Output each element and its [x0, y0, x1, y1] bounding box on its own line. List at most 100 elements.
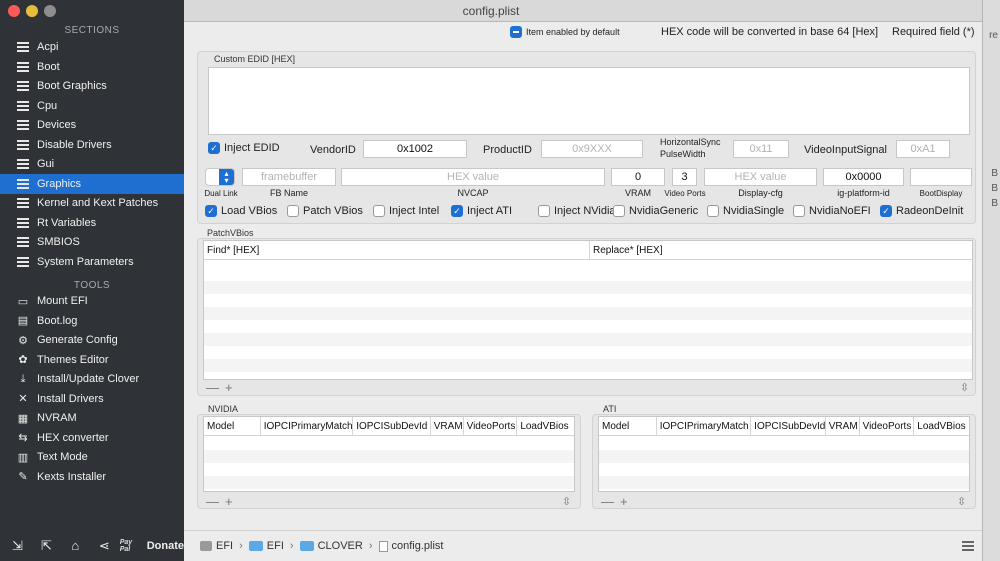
export-icon[interactable]: ⇱	[35, 536, 58, 556]
checkbox-inject-ati[interactable]: ✓ Inject ATI	[451, 205, 512, 217]
tools-heading: TOOLS	[73, 280, 111, 291]
product-id-input[interactable]: 0x9XXX	[541, 140, 643, 158]
path-item[interactable]: EFI	[267, 540, 284, 552]
checkbox-nvidiageneric[interactable]: NvidiaGeneric	[613, 205, 698, 217]
remove-row-button[interactable]: —	[206, 380, 219, 395]
video-ports-input[interactable]: 3	[672, 168, 697, 186]
path-item[interactable]: EFI	[216, 540, 233, 552]
column-header[interactable]: IOPCIPrimaryMatch	[657, 417, 752, 435]
checkbox-inject-nvidia[interactable]: Inject NVidia	[538, 205, 616, 217]
resize-handle-icon[interactable]: ⇳	[957, 495, 966, 508]
zoom-window-button[interactable]	[44, 5, 56, 17]
paypal-icon: Pay Pal	[119, 538, 133, 553]
sidebar-item-disable-drivers[interactable]: Disable Drivers	[0, 135, 184, 155]
boot-display-input[interactable]	[910, 168, 972, 186]
sidebar-item-label: Kexts Installer	[37, 470, 107, 483]
column-header[interactable]: IOPCISubDevId	[751, 417, 826, 435]
add-row-button[interactable]: +	[225, 494, 233, 509]
sidebar-tool-hex-converter[interactable]: ⇆ HEX converter	[0, 428, 184, 448]
dual-link-popup[interactable]: ▴ ▾	[205, 168, 235, 186]
checkbox-patch-vbios[interactable]: Patch VBios	[287, 205, 363, 217]
sidebar-item-boot[interactable]: Boot	[0, 57, 184, 77]
path-item[interactable]: CLOVER	[318, 540, 363, 552]
fb-name-input[interactable]: framebuffer	[242, 168, 336, 186]
menu-icon[interactable]	[962, 541, 974, 551]
donate-button[interactable]: Pay Pal Donate	[120, 539, 184, 553]
inject-edid-label: Inject EDID	[224, 142, 280, 154]
column-header[interactable]: LoadVBios	[517, 417, 574, 435]
checkbox-nvidiasingle[interactable]: NvidiaSingle	[707, 205, 784, 217]
sidebar-item-cpu[interactable]: Cpu	[0, 96, 184, 116]
close-window-button[interactable]	[8, 5, 20, 17]
sidebar-tool-install-update-clover[interactable]: ⤓ Install/Update Clover	[0, 369, 184, 389]
path-item[interactable]: config.plist	[392, 540, 444, 552]
sidebar-tool-boot-log[interactable]: ▤ Boot.log	[0, 311, 184, 331]
inject-edid-checkbox[interactable]: ✓ Inject EDID	[208, 142, 280, 154]
checkbox-radeondeinit[interactable]: ✓ RadeonDeInit	[880, 205, 963, 217]
sidebar-item-acpi[interactable]: Acpi	[0, 37, 184, 57]
sidebar-item-label: Install Drivers	[37, 392, 104, 405]
checkbox-inject-intel[interactable]: Inject Intel	[373, 205, 439, 217]
remove-row-button[interactable]: —	[601, 494, 614, 509]
checkbox-load-vbios[interactable]: ✓ Load VBios	[205, 205, 277, 217]
sidebar-tool-install-drivers[interactable]: ✕ Install Drivers	[0, 389, 184, 409]
sidebar-item-gui[interactable]: Gui	[0, 154, 184, 174]
app-window: config.plist SECTIONS Acpi Boot Boot Graph…	[0, 0, 982, 561]
resize-handle-icon[interactable]: ⇳	[562, 495, 571, 508]
video-input-signal-input[interactable]: 0xA1	[896, 140, 950, 158]
patch-vbios-table[interactable]: Find* [HEX] Replace* [HEX]	[203, 240, 973, 380]
sidebar-tool-kexts-installer[interactable]: ✎ Kexts Installer	[0, 467, 184, 487]
list-icon	[16, 177, 30, 191]
column-header[interactable]: VRAM	[826, 417, 860, 435]
column-header[interactable]: Find* [HEX]	[204, 241, 590, 259]
vram-input[interactable]: 0	[611, 168, 665, 186]
nvcap-input[interactable]: HEX value	[341, 168, 605, 186]
gear-icon: ⚙	[18, 334, 28, 347]
hsync-input[interactable]: 0x11	[733, 140, 789, 158]
nvidia-table[interactable]: Model IOPCIPrimaryMatch IOPCISubDevId VR…	[203, 416, 575, 492]
checkbox-label: Inject NVidia	[554, 205, 616, 217]
sidebar-item-boot-graphics[interactable]: Boot Graphics	[0, 76, 184, 96]
sidebar-item-devices[interactable]: Devices	[0, 115, 184, 135]
sidebar-tool-nvram[interactable]: ▦ NVRAM	[0, 408, 184, 428]
column-header[interactable]: IOPCISubDevId	[353, 417, 431, 435]
checkbox-nvidianoefi[interactable]: NvidiaNoEFI	[793, 205, 871, 217]
sidebar-item-smbios[interactable]: SMBIOS	[0, 232, 184, 252]
import-icon[interactable]: ⇲	[6, 536, 29, 556]
sidebar-tool-generate-config[interactable]: ⚙ Generate Config	[0, 330, 184, 350]
sidebar-tool-themes-editor[interactable]: ✿ Themes Editor	[0, 350, 184, 370]
sidebar-item-graphics[interactable]: Graphics	[0, 173, 184, 194]
column-header[interactable]: LoadVBios	[914, 417, 969, 435]
sidebar-item-system-parameters[interactable]: System Parameters	[0, 252, 184, 272]
add-row-button[interactable]: +	[620, 494, 628, 509]
column-header[interactable]: Model	[204, 417, 261, 435]
sidebar-tool-text-mode[interactable]: ▥ Text Mode	[0, 447, 184, 467]
column-header[interactable]: Replace* [HEX]	[590, 241, 972, 259]
column-header[interactable]: VideoPorts	[464, 417, 518, 435]
home-icon[interactable]: ⌂	[64, 536, 87, 556]
display-cfg-input[interactable]: HEX value	[704, 168, 817, 186]
sidebar-item-rt-variables[interactable]: Rt Variables	[0, 213, 184, 233]
sidebar-tool-mount-efi[interactable]: ▭ Mount EFI	[0, 291, 184, 311]
convert-icon: ⇆	[18, 432, 28, 444]
patch-vbios-controls: — +	[206, 380, 239, 395]
column-header[interactable]: VideoPorts	[860, 417, 915, 435]
resize-handle-icon[interactable]: ⇳	[960, 381, 969, 394]
wrench-icon: ✕	[18, 393, 28, 405]
column-header[interactable]: VRAM	[431, 417, 464, 435]
add-row-button[interactable]: +	[225, 380, 233, 395]
custom-edid-textarea[interactable]	[208, 67, 970, 135]
path-bar: EFI › EFI › CLOVER › config.plist	[184, 530, 982, 561]
table-row	[204, 333, 972, 346]
minimize-window-button[interactable]	[26, 5, 38, 17]
column-header[interactable]: IOPCIPrimaryMatch	[261, 417, 354, 435]
share-icon[interactable]: ⋖	[93, 536, 116, 556]
column-header[interactable]: Model	[599, 417, 657, 435]
nvcap-label: NVCAP	[457, 188, 489, 198]
remove-row-button[interactable]: —	[206, 494, 219, 509]
sidebar-item-kernel-and-kext-patches[interactable]: Kernel and Kext Patches	[0, 193, 184, 213]
vendor-id-input[interactable]: 0x1002	[363, 140, 467, 158]
checkbox-box	[287, 205, 299, 217]
ig-platform-id-input[interactable]: 0x0000	[823, 168, 904, 186]
ati-table[interactable]: Model IOPCIPrimaryMatch IOPCISubDevId VR…	[598, 416, 970, 492]
